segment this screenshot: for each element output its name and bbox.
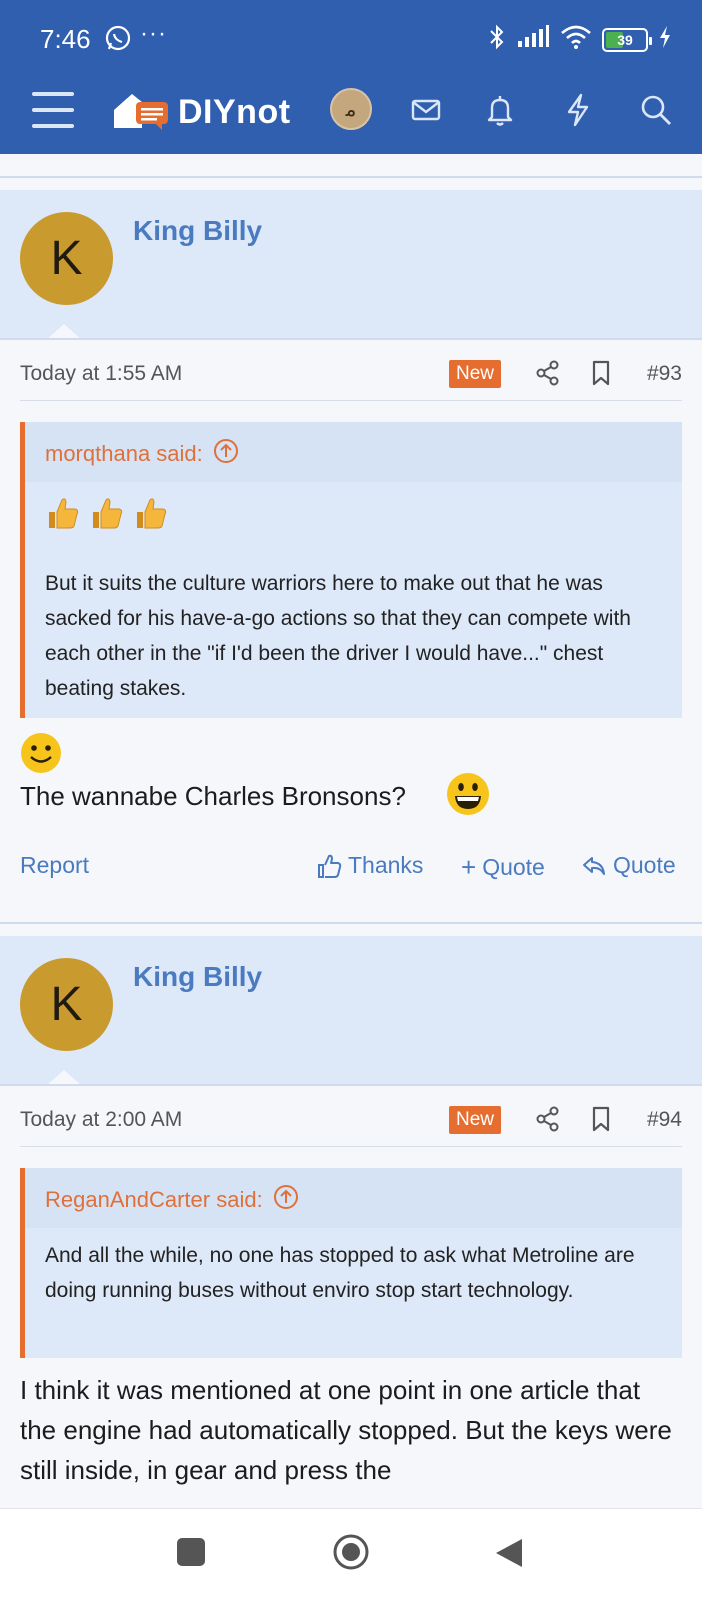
quote-block: ReganAndCarter said: And all the while, … (20, 1168, 682, 1358)
report-link[interactable]: Report (20, 852, 89, 879)
app-header: 7:46 ··· 39 DIYnot ﻣ (0, 0, 702, 154)
logo-text: DIYnot (178, 93, 291, 131)
thumbs-up-outline-icon (318, 854, 342, 878)
meta-divider (20, 1146, 682, 1147)
whatsapp-icon (104, 24, 132, 57)
author-avatar[interactable]: K (20, 212, 113, 305)
quote-label: Quote (613, 852, 676, 878)
author-avatar[interactable]: K (20, 958, 113, 1051)
menu-icon[interactable] (32, 92, 74, 128)
thumbs-up-icon (93, 498, 123, 529)
arrow-up-circle-icon[interactable] (273, 1184, 299, 1216)
new-badge: New (449, 360, 502, 388)
reply-icon (583, 856, 605, 875)
status-time: 7:46 (40, 24, 91, 54)
plus-icon: + (461, 852, 477, 882)
thanks-label: Thanks (348, 852, 424, 878)
post-header: K King Billy (0, 190, 702, 338)
battery-icon: 39 (602, 27, 652, 52)
post-text: I think it was mentioned at one point in… (20, 1375, 672, 1485)
smile-emoji-icon (20, 732, 62, 779)
share-icon[interactable] (535, 1106, 561, 1137)
new-badge: New (449, 1106, 502, 1134)
site-nav: DIYnot ﻣ (0, 84, 702, 140)
house-logo-icon (112, 88, 172, 137)
post-number[interactable]: #94 (647, 1108, 682, 1132)
battery-level: 39 (617, 31, 633, 48)
thanks-button[interactable]: Thanks (316, 852, 423, 879)
author-name[interactable]: King Billy (133, 215, 262, 247)
share-icon[interactable] (535, 360, 561, 391)
post-number[interactable]: #93 (647, 362, 682, 386)
post-date[interactable]: Today at 1:55 AM (20, 362, 182, 386)
more-notifications-icon: ··· (140, 20, 167, 47)
post-93: K King Billy Today at 1:55 AM New #93 mo… (0, 190, 702, 916)
divider (0, 176, 702, 178)
status-bar: 7:46 ··· 39 (0, 20, 702, 60)
post-actions: Report Thanks + Quote Quote (20, 848, 682, 888)
bell-icon[interactable] (482, 92, 518, 128)
system-nav-bar (0, 1508, 702, 1600)
quote-header: ReganAndCarter said: (25, 1168, 682, 1228)
post-header: K King Billy (0, 936, 702, 1084)
back-button[interactable] (494, 1537, 524, 1574)
post-meta: Today at 1:55 AM New #93 (20, 356, 682, 396)
quote-text: But it suits the culture warriors here t… (45, 572, 631, 700)
author-name[interactable]: King Billy (133, 961, 262, 993)
post-text: The wannabe Charles Bronsons? (20, 776, 406, 816)
charging-icon (658, 25, 672, 54)
quote-text: And all the while, no one has stopped to… (45, 1244, 635, 1302)
grin-emoji-icon (446, 772, 490, 821)
signal-icon (516, 25, 550, 54)
mail-icon[interactable] (408, 92, 444, 128)
thumbs-emoji-row (45, 494, 169, 532)
arrow-up-circle-icon[interactable] (213, 438, 239, 470)
quote-author[interactable]: ReganAndCarter said: (45, 1187, 263, 1213)
quote-author[interactable]: morqthana said: (45, 441, 203, 467)
bluetooth-icon (488, 24, 506, 55)
quote-button[interactable]: Quote (581, 852, 676, 879)
bolt-icon[interactable] (560, 92, 596, 128)
thumbs-up-icon (49, 498, 79, 529)
recent-apps-button[interactable] (176, 1537, 206, 1572)
multiquote-label: Quote (482, 854, 545, 880)
post-body: Today at 1:55 AM New #93 morqthana said: (0, 338, 702, 916)
post-94: K King Billy Today at 2:00 AM New #94 Re… (0, 936, 702, 1508)
meta-divider (20, 400, 682, 401)
user-avatar[interactable]: ﻣ (330, 88, 372, 130)
home-button[interactable] (332, 1533, 370, 1576)
status-icons: 39 (488, 24, 672, 55)
site-logo[interactable]: DIYnot (112, 88, 291, 137)
post-body: Today at 2:00 AM New #94 ReganAndCarter … (0, 1084, 702, 1508)
post-divider (0, 922, 702, 924)
search-icon[interactable] (638, 92, 674, 128)
post-meta: Today at 2:00 AM New #94 (20, 1102, 682, 1142)
thumbs-up-icon (137, 498, 167, 529)
bookmark-icon[interactable] (590, 360, 612, 391)
post-text-content: The wannabe Charles Bronsons? (20, 781, 406, 811)
multiquote-button[interactable]: + Quote (461, 852, 545, 883)
wifi-icon (560, 25, 592, 54)
quote-header: morqthana said: (25, 422, 682, 482)
bookmark-icon[interactable] (590, 1106, 612, 1137)
post-date[interactable]: Today at 2:00 AM (20, 1108, 182, 1132)
quote-block: morqthana said: But it suits the culture… (20, 422, 682, 718)
